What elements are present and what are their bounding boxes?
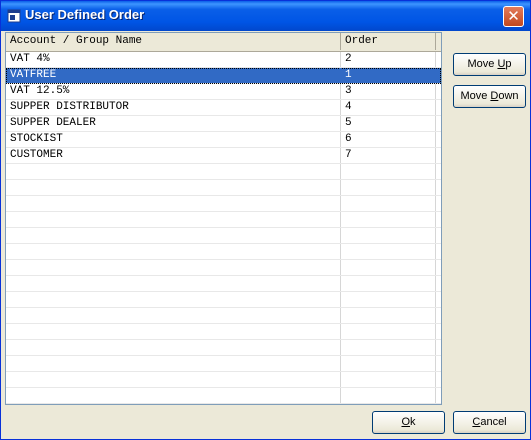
empty-table-row[interactable]: [6, 244, 441, 260]
close-button[interactable]: ✕: [503, 6, 524, 27]
empty-cell: [341, 308, 436, 323]
cell-order: 2: [341, 52, 436, 67]
empty-cell: [341, 260, 436, 275]
cell-account-group-name: CUSTOMER: [6, 148, 341, 163]
user-defined-order-dialog: User Defined Order ✕ Account / Group Nam…: [0, 0, 531, 440]
close-icon: ✕: [507, 7, 520, 25]
empty-cell: [341, 196, 436, 211]
empty-table-row[interactable]: [6, 180, 441, 196]
empty-cell: [6, 292, 341, 307]
table-row[interactable]: CUSTOMER 7: [6, 148, 441, 164]
empty-table-row[interactable]: [6, 228, 441, 244]
empty-table-row[interactable]: [6, 308, 441, 324]
column-header-account-group-name[interactable]: Account / Group Name: [6, 33, 341, 50]
cell-order: 1: [341, 68, 436, 83]
empty-cell: [341, 372, 436, 387]
empty-cell: [341, 164, 436, 179]
empty-cell: [341, 404, 436, 405]
cell-order: 4: [341, 100, 436, 115]
table-row[interactable]: VATFREE 1: [6, 68, 441, 84]
empty-table-row[interactable]: [6, 372, 441, 388]
cancel-label-post: ancel: [480, 416, 507, 428]
empty-table-row[interactable]: [6, 404, 441, 405]
title-bar[interactable]: User Defined Order ✕: [1, 1, 530, 31]
cell-order: 7: [341, 148, 436, 163]
move-down-button[interactable]: Move Down: [453, 85, 526, 108]
empty-cell: [341, 292, 436, 307]
empty-cell: [6, 324, 341, 339]
cell-account-group-name: SUPPER DISTRIBUTOR: [6, 100, 341, 115]
column-header-order[interactable]: Order: [341, 33, 436, 50]
empty-cell: [6, 180, 341, 195]
empty-table-row[interactable]: [6, 324, 441, 340]
empty-table-row[interactable]: [6, 356, 441, 372]
empty-cell: [341, 180, 436, 195]
empty-cell: [341, 340, 436, 355]
empty-cell: [6, 212, 341, 227]
table-row[interactable]: SUPPER DISTRIBUTOR 4: [6, 100, 441, 116]
empty-table-row[interactable]: [6, 196, 441, 212]
empty-cell: [6, 308, 341, 323]
empty-cell: [6, 228, 341, 243]
cell-account-group-name: VAT 4%: [6, 52, 341, 67]
cell-order: 3: [341, 84, 436, 99]
empty-cell: [6, 356, 341, 371]
empty-table-row[interactable]: [6, 164, 441, 180]
empty-cell: [6, 388, 341, 403]
empty-cell: [341, 356, 436, 371]
grid-header: Account / Group Name Order: [6, 33, 441, 52]
empty-table-row[interactable]: [6, 292, 441, 308]
empty-cell: [6, 372, 341, 387]
move-up-button[interactable]: Move Up: [453, 53, 526, 76]
table-row[interactable]: STOCKIST 6: [6, 132, 441, 148]
cancel-button[interactable]: Cancel: [453, 411, 526, 434]
empty-cell: [341, 388, 436, 403]
window-title: User Defined Order: [25, 7, 145, 22]
empty-cell: [6, 340, 341, 355]
ok-button[interactable]: Ok: [372, 411, 445, 434]
app-window-icon: [7, 9, 21, 23]
empty-table-row[interactable]: [6, 276, 441, 292]
cell-account-group-name: VATFREE: [6, 68, 341, 83]
move-up-label-post: p: [505, 58, 512, 70]
empty-table-row[interactable]: [6, 388, 441, 404]
empty-cell: [341, 228, 436, 243]
table-row[interactable]: VAT 12.5% 3: [6, 84, 441, 100]
empty-cell: [341, 212, 436, 227]
table-row[interactable]: VAT 4% 2: [6, 52, 441, 68]
move-down-label-pre: Move: [460, 90, 491, 102]
empty-cell: [6, 276, 341, 291]
empty-table-row[interactable]: [6, 212, 441, 228]
empty-table-row[interactable]: [6, 260, 441, 276]
ok-label-post: k: [410, 416, 416, 428]
empty-cell: [341, 244, 436, 259]
empty-cell: [6, 260, 341, 275]
order-grid[interactable]: Account / Group Name Order VAT 4% 2 VATFRE…: [5, 32, 442, 405]
cell-account-group-name: SUPPER DEALER: [6, 116, 341, 131]
table-row[interactable]: SUPPER DEALER 5: [6, 116, 441, 132]
empty-cell: [6, 404, 341, 405]
empty-cell: [341, 276, 436, 291]
cell-order: 5: [341, 116, 436, 131]
empty-cell: [341, 324, 436, 339]
grid-rows: VAT 4% 2 VATFREE 1 VAT 12.5% 3 SUPPER DISTRIBU…: [6, 52, 441, 405]
empty-cell: [6, 244, 341, 259]
cell-account-group-name: VAT 12.5%: [6, 84, 341, 99]
empty-table-row[interactable]: [6, 340, 441, 356]
ok-accel: O: [401, 416, 411, 428]
move-up-label-pre: Move: [467, 58, 498, 70]
empty-cell: [6, 164, 341, 179]
cell-account-group-name: STOCKIST: [6, 132, 341, 147]
cell-order: 6: [341, 132, 436, 147]
empty-cell: [6, 196, 341, 211]
move-down-label-post: own: [498, 90, 519, 102]
